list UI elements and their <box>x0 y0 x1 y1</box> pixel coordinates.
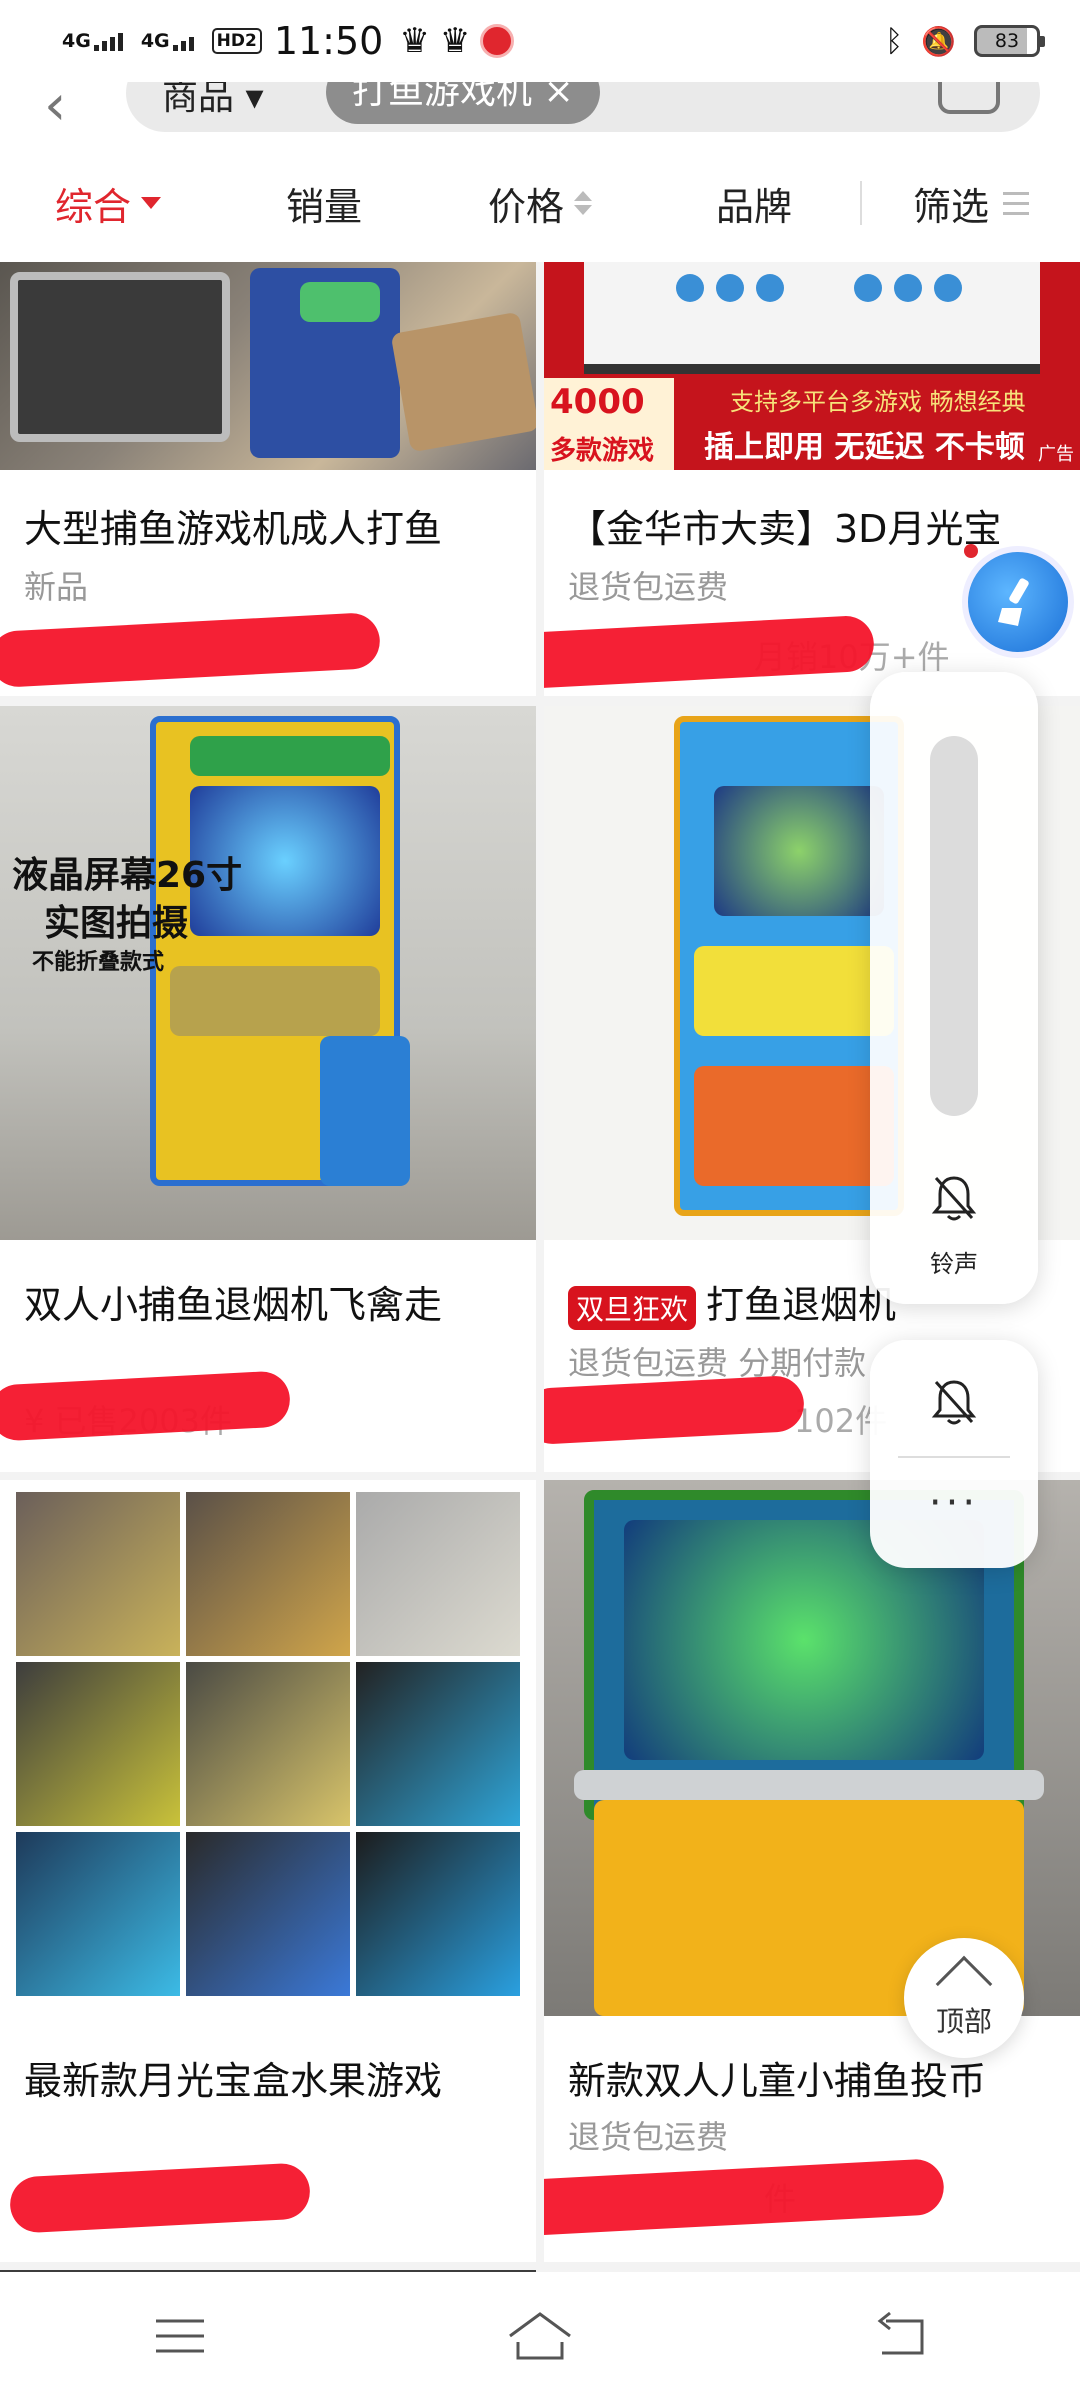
product-title[interactable]: 最新款月光宝盒水果游戏 <box>24 2050 524 2105</box>
image-overlay-text: 不能折叠款式 <box>32 950 165 975</box>
dropdown-icon <box>141 197 161 209</box>
sort-tab-sales[interactable]: 销量 <box>216 144 432 262</box>
bell-muted-icon[interactable] <box>928 1172 980 1224</box>
hd-badge: HD2 <box>211 28 262 54</box>
battery-icon: 83 <box>974 25 1045 57</box>
redaction-scribble <box>8 2162 312 2234</box>
system-nav-bar <box>0 2272 1080 2400</box>
back-to-top-label: 顶部 <box>935 2005 992 2038</box>
mute-icon: 🔕 <box>921 24 956 58</box>
sort-tab-brand[interactable]: 品牌 <box>648 144 860 262</box>
filter-icon <box>1003 191 1029 215</box>
product-card[interactable]: 最新款月光宝盒水果游戏 <box>0 1480 536 2262</box>
redaction-scribble <box>0 1370 292 1442</box>
product-image[interactable]: 液晶屏幕26寸 实图拍摄 不能折叠款式 <box>0 706 536 1240</box>
bell-muted-icon[interactable] <box>928 1376 980 1428</box>
crown-icon-2: ♛ <box>439 21 471 61</box>
clock: 11:50 <box>273 19 384 63</box>
image-overlay-text: 实图拍摄 <box>44 903 189 944</box>
redaction-scribble <box>544 1374 806 1446</box>
sort-arrows-icon <box>574 191 592 215</box>
sort-tab-comprehensive[interactable]: 综合 <box>0 144 216 262</box>
banner-count-label: 多款游戏 <box>550 436 655 466</box>
notification-dot <box>964 544 978 558</box>
brush-icon <box>998 578 1029 626</box>
promo-badge: 双旦狂欢 <box>568 1285 697 1330</box>
sort-bar: 综合 销量 价格 品牌 筛选 <box>0 144 1080 262</box>
product-image[interactable]: 4000 多款游戏 支持多平台多游戏 畅想经典 插上即用 无延迟 不卡顿 广告 <box>544 262 1080 470</box>
banner-count: 4000 <box>550 382 645 422</box>
search-header: ‹ 商品 ▾ 打鱼游戏机 × <box>0 82 1080 144</box>
volume-panel: 铃声 <box>870 672 1038 1304</box>
sort-tab-price[interactable]: 价格 <box>432 144 648 262</box>
banner-line2: 插上即用 无延迟 不卡顿 <box>704 430 1025 465</box>
product-image[interactable] <box>0 1480 536 2016</box>
image-overlay-text: 液晶屏幕26寸 <box>12 855 243 896</box>
product-card[interactable]: 液晶屏幕26寸 实图拍摄 不能折叠款式 双人小捕鱼退烟机飞禽走 ¥ 已售2003… <box>0 706 536 1472</box>
product-subtitle: 退货包运费 <box>568 2118 729 2156</box>
redaction-scribble <box>544 2158 946 2238</box>
product-subtitle: 退货包运费 分期付款 <box>568 1344 867 1382</box>
ad-label: 广告 <box>1038 444 1074 465</box>
back-nav-icon[interactable] <box>860 2296 940 2376</box>
assistant-bubble[interactable] <box>962 546 1074 658</box>
product-card[interactable]: 新款双人儿童小捕鱼投币 退货包运费 件 <box>544 1480 1080 2262</box>
home-icon[interactable] <box>500 2296 580 2376</box>
product-image[interactable] <box>0 262 536 470</box>
more-button[interactable]: ··· <box>870 1480 1038 1526</box>
divider <box>898 1456 1010 1458</box>
back-icon[interactable]: ‹ <box>44 82 66 134</box>
camera-icon[interactable] <box>938 82 1000 114</box>
ringer-panel: ··· <box>870 1340 1038 1568</box>
product-title[interactable]: 大型捕鱼游戏机成人打鱼 <box>24 498 524 553</box>
menu-icon[interactable] <box>140 2296 220 2376</box>
signal-2: 4G <box>141 31 194 51</box>
volume-label: 铃声 <box>930 1250 978 1278</box>
signal-1: 4G <box>62 31 123 51</box>
search-input[interactable]: 商品 ▾ 打鱼游戏机 × <box>126 82 1040 132</box>
app-icon <box>480 24 515 58</box>
back-to-top-button[interactable]: 顶部 <box>904 1938 1024 2058</box>
redaction-scribble <box>544 614 876 690</box>
product-title[interactable]: 双人小捕鱼退烟机飞禽走 <box>24 1274 524 1329</box>
status-bar: 4G 4G HD2 11:50 ♛ ♛ ᛒ 🔕 83 <box>0 0 1080 82</box>
crown-icon: ♛ <box>399 21 430 61</box>
redaction-scribble <box>0 611 382 689</box>
product-title[interactable]: 【金华市大卖】3D月光宝 <box>568 498 1068 553</box>
search-scope-dropdown[interactable]: 商品 ▾ <box>162 82 264 120</box>
bluetooth-icon: ᛒ <box>885 23 904 59</box>
sort-tab-filter[interactable]: 筛选 <box>862 144 1080 262</box>
product-subtitle: 退货包运费 <box>568 568 729 606</box>
search-query-tag[interactable]: 打鱼游戏机 × <box>326 82 600 124</box>
product-title[interactable]: 新款双人儿童小捕鱼投币 <box>568 2050 1068 2105</box>
banner-line1: 支持多平台多游戏 畅想经典 <box>730 388 1026 416</box>
product-subtitle: 新品 <box>24 568 89 606</box>
volume-slider[interactable] <box>930 736 978 1116</box>
product-card[interactable]: 大型捕鱼游戏机成人打鱼 新品 <box>0 262 536 696</box>
